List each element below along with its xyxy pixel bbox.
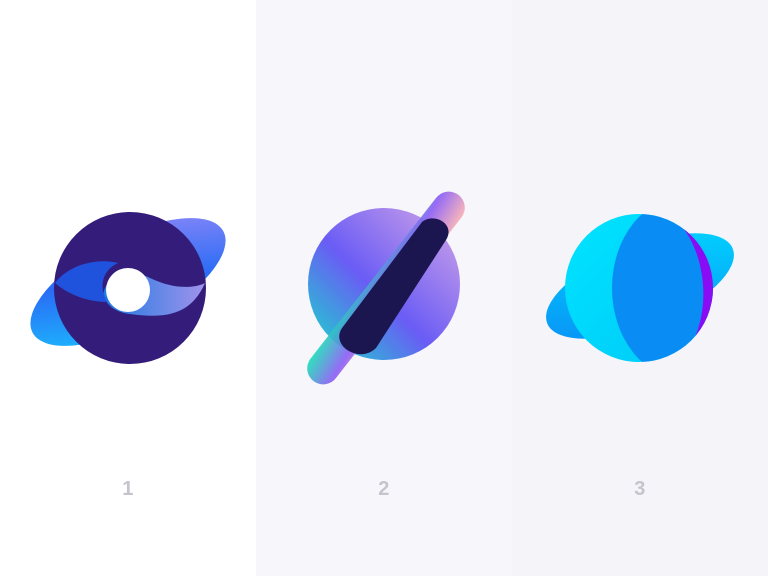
- planet-hole: [106, 268, 150, 312]
- swirl-planet-logo: [30, 212, 226, 364]
- logo-panel-1: 1: [0, 0, 256, 576]
- option-number-3: 3: [634, 478, 646, 500]
- option-number-2: 2: [378, 478, 390, 500]
- overlap-shape: [612, 214, 713, 362]
- option-number-1: 1: [122, 478, 134, 500]
- logo-panel-3: 3: [512, 0, 768, 576]
- gradient-planet-logo: [307, 191, 465, 385]
- logo-panel-2: 2: [256, 0, 512, 576]
- overlap-planet-logo: [546, 214, 734, 362]
